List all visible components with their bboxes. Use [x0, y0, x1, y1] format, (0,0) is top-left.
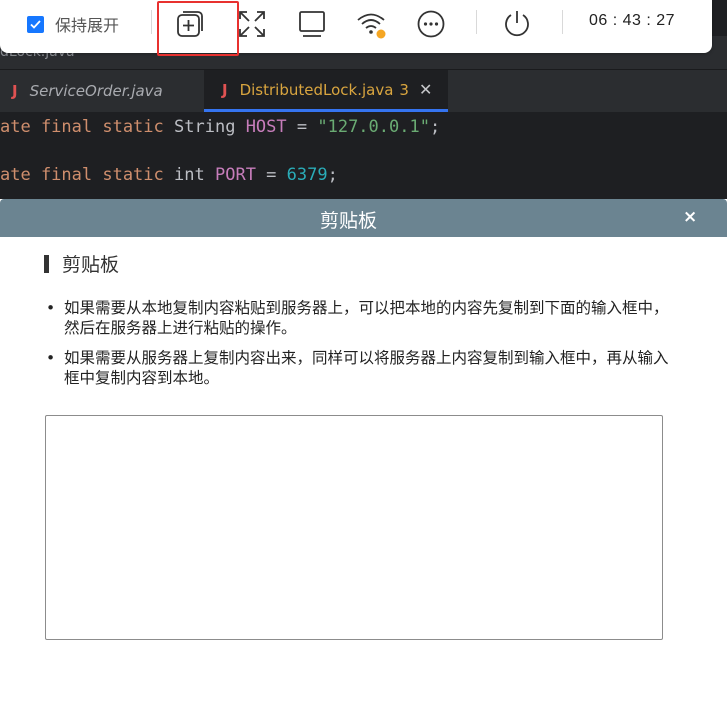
panel-header: 剪贴板 × [0, 199, 727, 237]
list-item: 如果需要从服务器上复制内容出来，同样可以将服务器上内容复制到输入框中，再从输入框… [46, 348, 676, 388]
highlight-box [157, 1, 239, 56]
tab-serviceorder[interactable]: J ServiceOrder.java [12, 70, 163, 112]
code-editor[interactable]: ate final static String HOST = "127.0.0.… [0, 112, 727, 200]
tab-label: ServiceOrder.java [29, 82, 163, 100]
toolbar-divider [476, 10, 477, 34]
list-item: 如果需要从本地复制内容粘贴到服务器上，可以把本地的内容先复制到下面的输入框中，然… [46, 298, 676, 338]
monitor-icon[interactable] [294, 6, 330, 42]
wifi-icon[interactable] [353, 6, 389, 42]
more-icon[interactable] [413, 6, 449, 42]
java-file-icon: J [12, 82, 18, 100]
ide-tab-bar: J ServiceOrder.java J DistributedLock.ja… [0, 70, 727, 112]
keep-open-checkbox[interactable] [27, 15, 44, 33]
tab-badge: 3 [399, 80, 409, 99]
toolbar-divider [151, 10, 152, 34]
power-icon[interactable] [499, 6, 535, 42]
code-line: ate final static int PORT = 6379; [0, 165, 338, 185]
tab-close-icon[interactable]: ✕ [419, 80, 432, 99]
code-line: ate final static String HOST = "127.0.0.… [0, 117, 441, 137]
close-icon[interactable]: × [683, 207, 697, 227]
tips-list: 如果需要从本地复制内容粘贴到服务器上，可以把本地的内容先复制到下面的输入框中，然… [46, 298, 676, 398]
section-title-text: 剪贴板 [62, 254, 120, 276]
section-title: 剪贴板 [44, 250, 119, 277]
section-bar [44, 254, 49, 273]
keep-open-label: 保持展开 [55, 16, 120, 35]
clipboard-textarea[interactable] [45, 415, 663, 640]
clipboard-panel: 剪贴板 × 剪贴板 如果需要从本地复制内容粘贴到服务器上，可以把本地的内容先复制… [0, 199, 727, 702]
keep-open-toggle[interactable]: 保持展开 [27, 12, 119, 36]
session-clock: 06 : 43 : 27 [589, 12, 676, 29]
java-file-icon: J [222, 80, 228, 99]
tab-label: DistributedLock.java [239, 80, 394, 99]
check-icon [30, 19, 41, 29]
panel-title: 剪贴板 [319, 210, 377, 232]
tab-distributedlock[interactable]: J DistributedLock.java 3 ✕ [204, 70, 448, 112]
fullscreen-icon[interactable] [234, 6, 270, 42]
remote-toolbar: 保持展开 06: 43: 27 [0, 0, 712, 56]
toolbar-divider [562, 10, 563, 34]
